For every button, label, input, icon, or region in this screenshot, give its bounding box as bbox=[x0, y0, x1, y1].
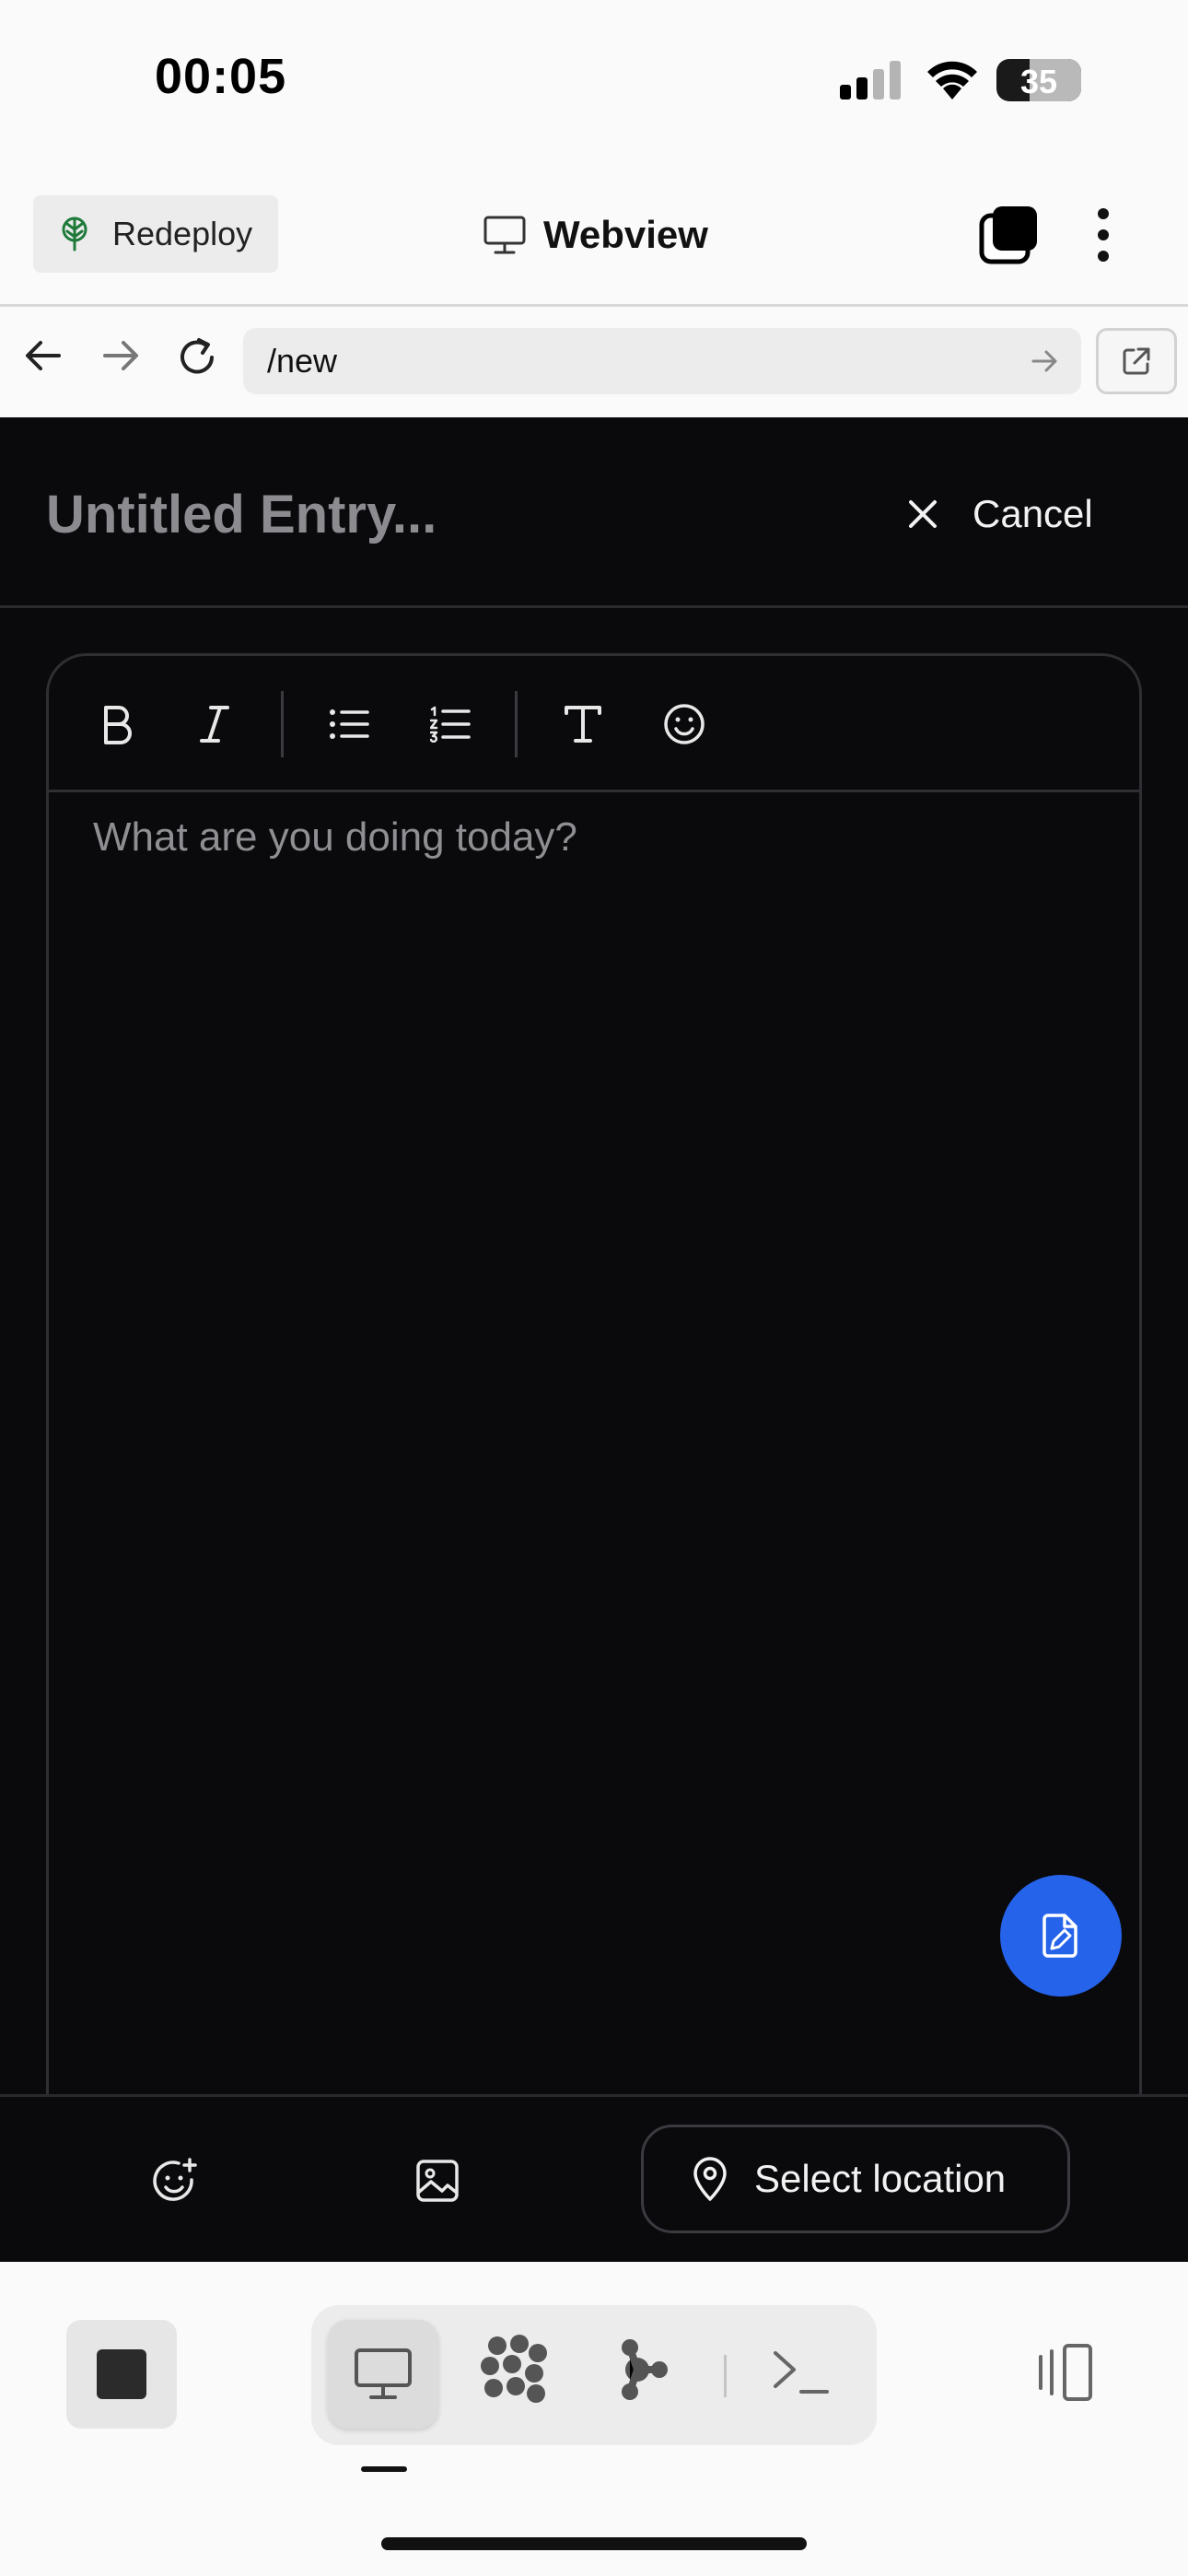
url-bar[interactable]: /new bbox=[243, 328, 1081, 394]
page-title: Webview bbox=[483, 205, 708, 265]
battery-icon: 35 bbox=[996, 59, 1081, 101]
webview-content: Untitled Entry... Cancel What are you do… bbox=[0, 417, 1188, 2262]
redeploy-label: Redeploy bbox=[112, 215, 253, 252]
toolbar-divider bbox=[0, 304, 1188, 307]
add-emoji-icon[interactable] bbox=[151, 2158, 199, 2206]
view-mode-switcher bbox=[311, 2305, 877, 2445]
bold-icon[interactable] bbox=[87, 695, 146, 754]
emoji-icon[interactable] bbox=[655, 695, 714, 754]
title-label: Webview bbox=[543, 213, 708, 256]
image-icon[interactable] bbox=[414, 2158, 460, 2204]
editor-placeholder: What are you doing today? bbox=[93, 814, 577, 860]
cancel-button[interactable]: Cancel bbox=[906, 473, 1093, 556]
text-style-icon[interactable] bbox=[553, 695, 612, 754]
select-location-button[interactable]: Select location bbox=[641, 2125, 1070, 2233]
battery-level: 35 bbox=[1019, 63, 1058, 100]
url-go-icon[interactable] bbox=[1028, 345, 1061, 378]
cancel-label: Cancel bbox=[973, 492, 1093, 535]
desktop-icon bbox=[355, 2348, 412, 2399]
more-icon[interactable] bbox=[1092, 205, 1114, 265]
monitor-icon bbox=[483, 216, 526, 254]
close-icon bbox=[909, 500, 937, 528]
toolbar-separator bbox=[515, 691, 518, 757]
mode-separator bbox=[724, 2355, 727, 2397]
reload-icon[interactable] bbox=[175, 335, 219, 380]
redeploy-button[interactable]: Redeploy bbox=[33, 195, 278, 273]
stop-button[interactable] bbox=[66, 2320, 177, 2429]
grid-dots-icon[interactable] bbox=[477, 2333, 551, 2406]
battery-nub bbox=[1076, 72, 1081, 88]
file-edit-icon bbox=[1042, 1914, 1077, 1958]
toolbar-separator bbox=[281, 691, 284, 757]
numbered-list-icon[interactable] bbox=[421, 695, 480, 754]
map-pin-icon bbox=[693, 2157, 727, 2201]
open-external-button[interactable] bbox=[1096, 328, 1177, 394]
italic-icon[interactable] bbox=[185, 695, 244, 754]
entry-title-input[interactable]: Untitled Entry... bbox=[46, 484, 437, 545]
location-label: Select location bbox=[754, 2157, 1007, 2200]
open-external-icon bbox=[1123, 347, 1150, 375]
forward-icon[interactable] bbox=[98, 335, 142, 376]
terminal-icon[interactable] bbox=[772, 2346, 831, 2401]
save-entry-button[interactable] bbox=[1000, 1875, 1122, 1996]
tabs-icon[interactable] bbox=[978, 205, 1039, 265]
editor-toolbar bbox=[49, 656, 1139, 792]
home-indicator bbox=[381, 2537, 807, 2550]
back-icon[interactable] bbox=[22, 335, 66, 376]
bullet-list-icon[interactable] bbox=[320, 695, 379, 754]
rotate-device-icon[interactable] bbox=[1030, 2340, 1096, 2405]
signal-icon bbox=[840, 61, 901, 100]
tree-icon bbox=[62, 217, 87, 252]
branch-icon[interactable] bbox=[615, 2333, 670, 2406]
status-time: 00:05 bbox=[155, 49, 287, 104]
active-mode-indicator bbox=[361, 2466, 407, 2472]
wifi-icon bbox=[927, 61, 977, 100]
header-divider bbox=[0, 605, 1188, 608]
mode-desktop[interactable] bbox=[328, 2320, 438, 2429]
url-text: /new bbox=[267, 342, 338, 380]
rich-text-editor[interactable]: What are you doing today? bbox=[46, 653, 1142, 2262]
stop-icon bbox=[97, 2349, 146, 2399]
entry-bottom-bar: Select location bbox=[0, 2094, 1188, 2262]
